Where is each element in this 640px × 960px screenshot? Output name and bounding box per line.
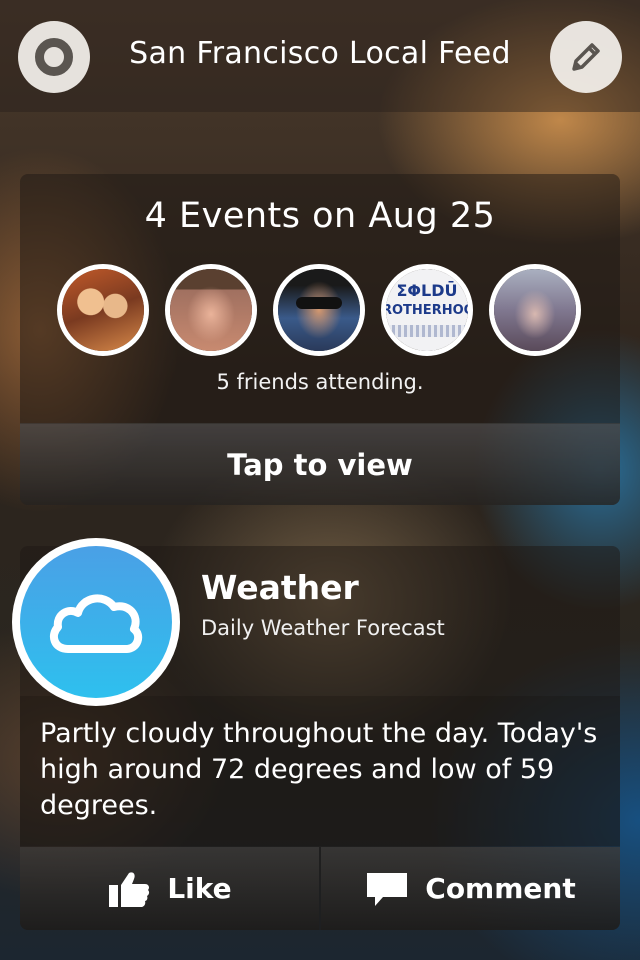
- location-button[interactable]: [18, 21, 90, 93]
- app-header: San Francisco Local Feed: [0, 0, 640, 112]
- avatar[interactable]: [489, 264, 581, 356]
- weather-title: Weather: [201, 568, 359, 607]
- avatar-text: ΣΦLDŪ: [396, 281, 458, 300]
- weather-body: Partly cloudy throughout the day. Today'…: [20, 696, 620, 846]
- weather-description: Partly cloudy throughout the day. Today'…: [40, 718, 598, 821]
- friends-attending-text: 5 friends attending.: [216, 370, 424, 394]
- target-icon: [35, 38, 73, 76]
- avatar[interactable]: [273, 264, 365, 356]
- attendee-avatars: ΣΦLDŪ ROTHERHOO: [20, 264, 620, 356]
- like-button[interactable]: Like: [20, 847, 319, 930]
- weather-subtitle: Daily Weather Forecast: [201, 616, 445, 640]
- tap-to-view-button[interactable]: Tap to view: [20, 423, 620, 505]
- avatar-text: ROTHERHOO: [382, 303, 473, 318]
- avatar[interactable]: [57, 264, 149, 356]
- edit-button[interactable]: [550, 21, 622, 93]
- weather-app-icon: [12, 538, 180, 706]
- thumbs-up-icon: [109, 871, 150, 907]
- page-title: San Francisco Local Feed: [129, 36, 511, 71]
- comment-label: Comment: [425, 872, 576, 905]
- speech-bubble-icon: [367, 872, 408, 906]
- cloud-icon: [49, 594, 143, 653]
- events-title: 4 Events on Aug 25: [144, 196, 496, 236]
- like-label: Like: [167, 872, 232, 905]
- avatar[interactable]: [165, 264, 257, 356]
- comment-button[interactable]: Comment: [321, 847, 620, 930]
- post-actions: Like Comment: [20, 847, 620, 930]
- events-card[interactable]: 4 Events on Aug 25 ΣΦLDŪ ROTHERHOO 5 fri…: [20, 174, 620, 505]
- pencil-icon: [572, 43, 600, 71]
- weather-card: Partly cloudy throughout the day. Today'…: [12, 538, 620, 930]
- avatar[interactable]: ΣΦLDŪ ROTHERHOO: [381, 264, 473, 356]
